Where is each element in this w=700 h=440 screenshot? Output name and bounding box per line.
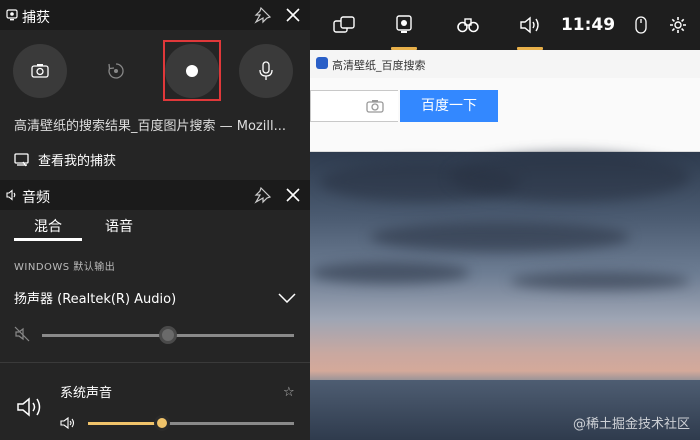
capture-widget-button[interactable] <box>384 0 424 50</box>
mouse-lock-button[interactable] <box>628 0 654 50</box>
record-button-highlight <box>163 40 221 101</box>
widget-menu-button[interactable] <box>326 0 362 50</box>
speaker-icon <box>520 16 539 34</box>
browser-page-header: 百度一下 <box>310 78 700 152</box>
close-icon[interactable] <box>283 5 303 25</box>
tab-voice[interactable]: 语音 <box>105 216 133 236</box>
view-captures-link[interactable]: 查看我的捕获 <box>14 150 116 169</box>
capture-target-window: 高清壁纸的搜索结果_百度图片搜索 — Mozill... <box>14 119 286 134</box>
binoculars-icon <box>457 18 479 33</box>
camera-search-icon[interactable] <box>366 99 384 113</box>
divider <box>0 362 310 363</box>
app-speaker-icon[interactable] <box>60 416 76 430</box>
xbox-game-bar: 11:49 <box>310 0 700 50</box>
watermark: @稀土掘金技术社区 <box>572 417 690 432</box>
view-captures-label: 查看我的捕获 <box>38 154 117 169</box>
microphone-toggle-button[interactable] <box>239 44 293 98</box>
search-input[interactable] <box>310 90 398 122</box>
tab-mix[interactable]: 混合 <box>34 216 62 236</box>
master-volume-thumb[interactable] <box>159 326 177 344</box>
clock: 11:49 <box>561 0 615 50</box>
default-output-label: WINDOWS 默认输出 <box>14 262 116 273</box>
system-sounds-icon <box>17 397 41 417</box>
capture-panel: 捕获 高清壁纸的搜索结果_百度图片搜索 — Mozill... 查看我的捕获 <box>0 0 310 180</box>
active-indicator <box>517 47 543 50</box>
capture-panel-header[interactable]: 捕获 <box>0 0 310 30</box>
browser-tab-title: 高清壁纸_百度搜索 <box>332 59 426 72</box>
close-icon[interactable] <box>283 185 303 205</box>
panel-title: 音频 <box>22 190 50 206</box>
active-tab-indicator <box>14 238 82 241</box>
app-volume-fill <box>88 422 163 425</box>
baidu-favicon-icon <box>316 57 328 69</box>
widget-menu-icon <box>333 16 355 33</box>
looking-for-group-button[interactable] <box>448 0 488 50</box>
browser-tab[interactable]: 高清壁纸_百度搜索 <box>310 50 700 78</box>
gear-icon <box>670 17 686 33</box>
mouse-icon <box>635 16 647 34</box>
chevron-down-icon <box>278 292 296 303</box>
output-device-select[interactable]: 扬声器 (Realtek(R) Audio) <box>14 288 296 307</box>
settings-button[interactable] <box>664 0 692 50</box>
gallery-icon <box>14 152 29 166</box>
speaker-muted-icon[interactable] <box>14 326 30 342</box>
microphone-icon <box>259 61 273 80</box>
camera-icon <box>31 64 49 78</box>
audio-panel-header[interactable]: 音频 <box>0 180 310 210</box>
replay-icon <box>108 63 124 79</box>
pin-icon[interactable] <box>254 6 272 24</box>
capture-widget-icon <box>396 15 412 33</box>
app-name: 系统声音 <box>60 386 113 401</box>
audio-widget-button[interactable] <box>510 0 550 50</box>
capture-icon <box>6 9 18 21</box>
speaker-icon <box>6 189 16 201</box>
output-device-value: 扬声器 (Realtek(R) Audio) <box>14 292 177 307</box>
pin-icon[interactable] <box>254 186 272 204</box>
record-last-30s-button[interactable] <box>89 44 143 98</box>
active-indicator <box>391 47 417 50</box>
search-button[interactable]: 百度一下 <box>400 90 498 122</box>
background-browser-window: 高清壁纸_百度搜索 百度一下 @稀土掘金技术社区 <box>310 0 700 440</box>
clock-time: 11:49 <box>560 15 616 35</box>
screenshot-button[interactable] <box>13 44 67 98</box>
favorite-star-icon[interactable]: ☆ <box>283 385 295 400</box>
panel-title: 捕获 <box>22 10 50 26</box>
